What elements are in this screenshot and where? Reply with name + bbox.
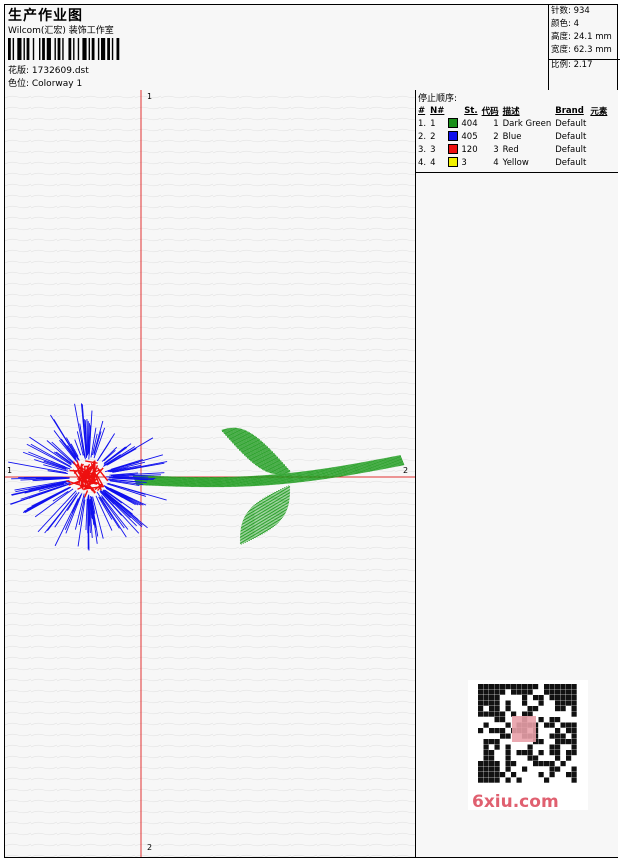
legend-row: 4. 4 3 4 Yellow Default	[417, 156, 610, 169]
stitch-value: 405	[461, 131, 478, 142]
legend-row: 3. 3 120 3 Red Default	[417, 143, 610, 156]
col-index: #	[418, 106, 426, 116]
colorway: 色位: Colorway 1	[8, 79, 83, 89]
row-number: 4	[430, 157, 436, 168]
col-description: 描述	[502, 107, 520, 117]
embroidery-canvas	[5, 90, 415, 857]
row-index: 4.	[418, 157, 427, 168]
row-index: 2.	[418, 131, 427, 142]
row-code: 1	[493, 118, 499, 129]
row-description: Blue	[502, 131, 522, 142]
stats-panel: 针数: 934 颜色: 4 高度: 24.1 mm 宽度: 62.3 mm 比例…	[548, 5, 620, 90]
row-code: 2	[493, 131, 499, 142]
col-number: N#	[430, 106, 445, 116]
row-stitches: 404	[447, 117, 480, 130]
sheet-header: 生产作业图 Wilcom(汇宏) 装饰工作室 花版: 1732609.dst 色…	[5, 5, 620, 91]
stop-sequence-table: # N# St. 代码 描述 Brand 元素 1. 1 404 1 Dark Gree…	[417, 104, 610, 169]
col-code: 代码	[481, 107, 499, 117]
row-index: 1.	[418, 118, 427, 129]
design-file: 花版: 1732609.dst	[8, 66, 89, 76]
legend-header-row: # N# St. 代码 描述 Brand 元素	[417, 104, 610, 117]
row-brand: Default	[555, 131, 587, 142]
row-stitches: 405	[447, 130, 480, 143]
design-width: 宽度: 62.3 mm	[551, 45, 612, 55]
row-number: 2	[430, 131, 436, 142]
sheet-title: 生产作业图	[8, 8, 83, 24]
h-axis-left-label: 1	[7, 466, 13, 475]
design-preview: 1 2 1 2	[5, 90, 415, 857]
row-brand: Default	[555, 118, 587, 129]
color-count: 颜色: 4	[551, 19, 579, 29]
row-element	[589, 143, 610, 156]
row-number: 1	[430, 118, 436, 129]
row-brand: Default	[555, 144, 587, 155]
row-description: Yellow	[502, 157, 529, 168]
color-swatch	[448, 118, 459, 129]
v-axis-top-label: 1	[147, 92, 153, 101]
row-element	[589, 156, 610, 169]
legend-row: 2. 2 405 2 Blue Default	[417, 130, 610, 143]
legend-divider	[416, 172, 618, 173]
row-element	[589, 130, 610, 143]
legend-row: 1. 1 404 1 Dark Green Default	[417, 117, 610, 130]
v-axis-bottom-label: 2	[147, 843, 153, 852]
row-description: Red	[502, 144, 519, 155]
row-brand: Default	[555, 157, 587, 168]
stitch-value: 404	[461, 118, 478, 129]
col-stitches: St.	[464, 106, 478, 116]
stats-divider	[549, 59, 620, 73]
legend-heading: 停止顺序:	[418, 94, 458, 104]
color-swatch	[448, 157, 459, 168]
row-element	[589, 117, 610, 130]
watermark-text: 6xiu.com	[472, 792, 559, 812]
qr-code-watermark	[468, 680, 588, 810]
stitch-value: 120	[461, 144, 478, 155]
row-number: 3	[430, 144, 436, 155]
color-swatch	[448, 144, 459, 155]
h-axis-right-label: 2	[403, 466, 409, 475]
color-swatch	[448, 131, 459, 142]
stitch-count: 针数: 934	[551, 6, 590, 16]
col-element: 元素	[590, 107, 608, 117]
company-name: Wilcom(汇宏) 装饰工作室	[8, 26, 114, 36]
row-stitches: 3	[447, 156, 480, 169]
row-description: Dark Green	[502, 118, 552, 129]
row-code: 4	[493, 157, 499, 168]
stitch-value: 3	[461, 157, 467, 168]
row-index: 3.	[418, 144, 427, 155]
row-stitches: 120	[447, 143, 480, 156]
row-code: 3	[493, 144, 499, 155]
col-brand: Brand	[555, 106, 584, 116]
barcode	[8, 38, 120, 60]
design-height: 高度: 24.1 mm	[551, 32, 612, 42]
